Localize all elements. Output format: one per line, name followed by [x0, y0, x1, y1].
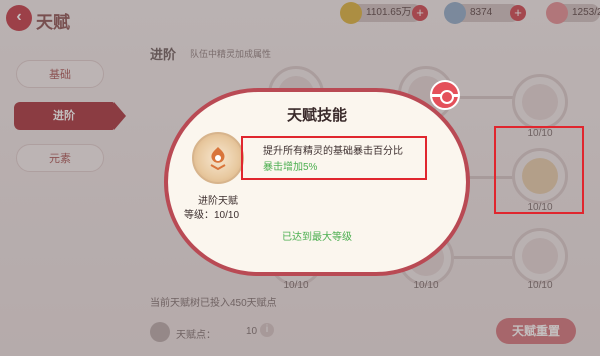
flower-glyph [210, 147, 226, 171]
skill-level: 等级：10/10 [184, 206, 262, 221]
skill-name: 进阶天赋 [198, 196, 238, 207]
talent-skill-popup: 天赋技能 进阶天赋 等级：10/10 提升所有精灵的基础暴击百分比 暴击增加5%… [164, 80, 470, 276]
level-value: 10/10 [214, 210, 240, 221]
crit-flower-icon [192, 132, 244, 184]
max-level-text: 已达到最大等级 [282, 232, 352, 243]
level-label: 等级： [184, 210, 214, 221]
skill-description: 提升所有精灵的基础暴击百分比 [263, 146, 403, 157]
highlight-box [494, 126, 584, 214]
skill-bonus: 暴击增加5% [263, 162, 318, 173]
popup-title: 天赋技能 [286, 107, 347, 124]
